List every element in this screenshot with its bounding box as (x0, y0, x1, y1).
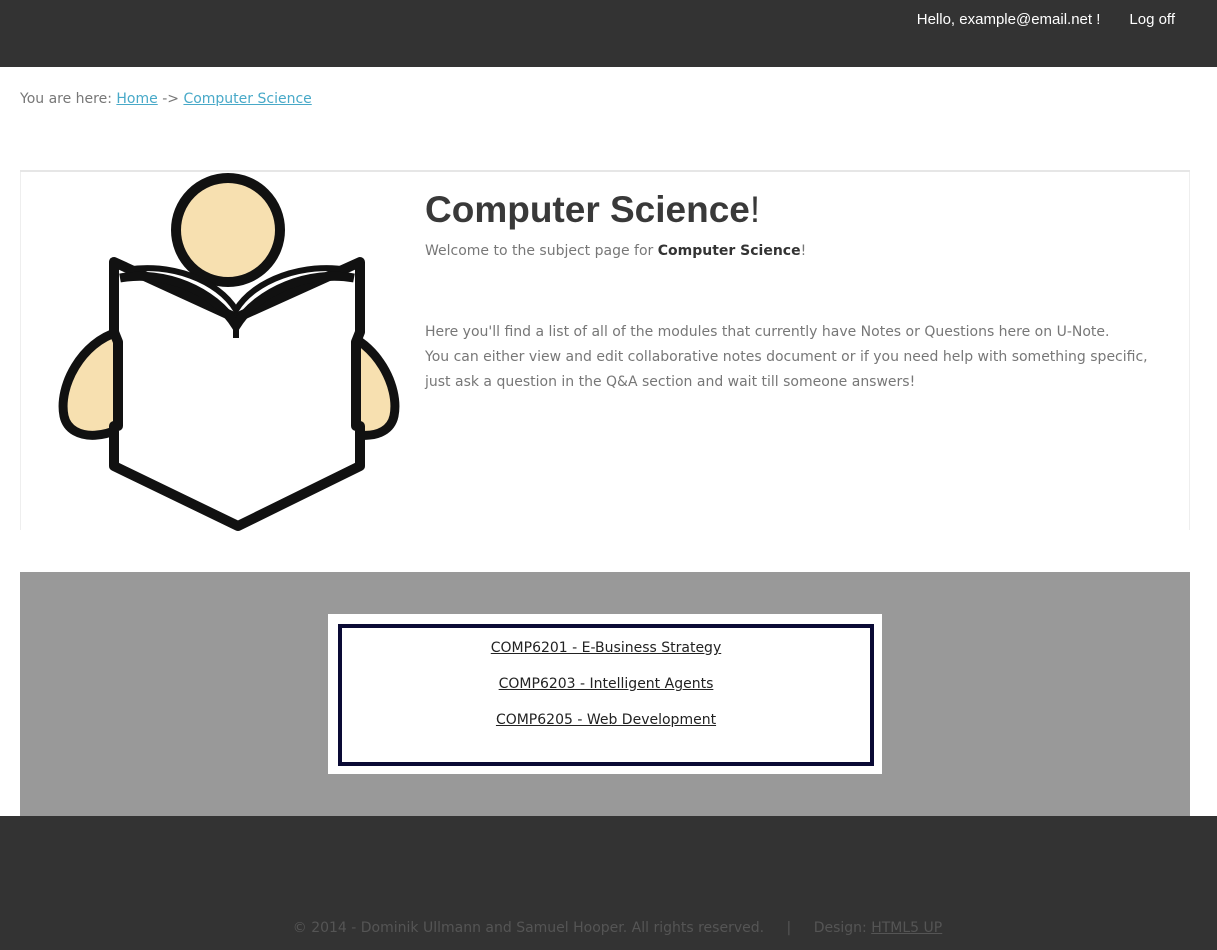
welcome-suffix: ! (800, 243, 807, 259)
module-list-item: COMP6203 - Intelligent Agents (342, 676, 870, 712)
subject-description: Here you'll find a list of all of the mo… (425, 320, 1175, 395)
copyright-text: © 2014 - Dominik Ullmann and Samuel Hoop… (292, 920, 765, 936)
design-prefix: Design: (813, 920, 867, 936)
account-greeting-link[interactable]: Hello, example@email.net ! (917, 11, 1101, 28)
footer-copyright: © 2014 - Dominik Ullmann and Samuel Hoop… (0, 920, 1217, 936)
banner-text: Computer Science! Welcome to the subject… (425, 189, 1175, 395)
welcome-subject: Computer Science (657, 243, 801, 259)
modules-box: COMP6201 - E-Business Strategy COMP6203 … (338, 624, 874, 766)
modules-section: COMP6201 - E-Business Strategy COMP6203 … (20, 572, 1190, 816)
description-line-2: You can either view and edit collaborati… (425, 349, 1148, 390)
module-list-item: COMP6201 - E-Business Strategy (342, 640, 870, 676)
module-list: COMP6201 - E-Business Strategy COMP6203 … (342, 628, 870, 748)
description-line-1: Here you'll find a list of all of the mo… (425, 324, 1110, 340)
module-link-comp6205[interactable]: COMP6205 - Web Development (496, 712, 716, 728)
logoff-link[interactable]: Log off (1129, 11, 1175, 28)
welcome-line: Welcome to the subject page for Computer… (425, 243, 1175, 259)
subject-banner: Computer Science! Welcome to the subject… (20, 170, 1190, 531)
module-link-comp6203[interactable]: COMP6203 - Intelligent Agents (499, 676, 714, 692)
welcome-prefix: Welcome to the subject page for (425, 243, 654, 259)
breadcrumb-prefix: You are here: (20, 91, 112, 107)
top-navbar: Hello, example@email.net ! Log off (0, 0, 1217, 67)
breadcrumb-separator: -> (162, 91, 179, 107)
module-link-comp6201[interactable]: COMP6201 - E-Business Strategy (491, 640, 721, 656)
modules-panel: COMP6201 - E-Business Strategy COMP6203 … (328, 614, 882, 774)
page-footer: © 2014 - Dominik Ullmann and Samuel Hoop… (0, 816, 1217, 950)
reading-person-icon (58, 173, 400, 531)
module-list-item: COMP6205 - Web Development (342, 712, 870, 748)
page-title: Computer Science! (425, 189, 1175, 231)
footer-separator: | (786, 920, 792, 936)
breadcrumb: You are here: Home -> Computer Science (20, 91, 312, 107)
breadcrumb-home-link[interactable]: Home (116, 91, 157, 107)
breadcrumb-current-link[interactable]: Computer Science (183, 91, 311, 107)
page-title-text: Computer Science (425, 189, 750, 230)
user-nav: Hello, example@email.net ! Log off (917, 11, 1175, 28)
design-credit-link[interactable]: HTML5 UP (871, 920, 942, 936)
page-title-suffix: ! (749, 189, 761, 230)
